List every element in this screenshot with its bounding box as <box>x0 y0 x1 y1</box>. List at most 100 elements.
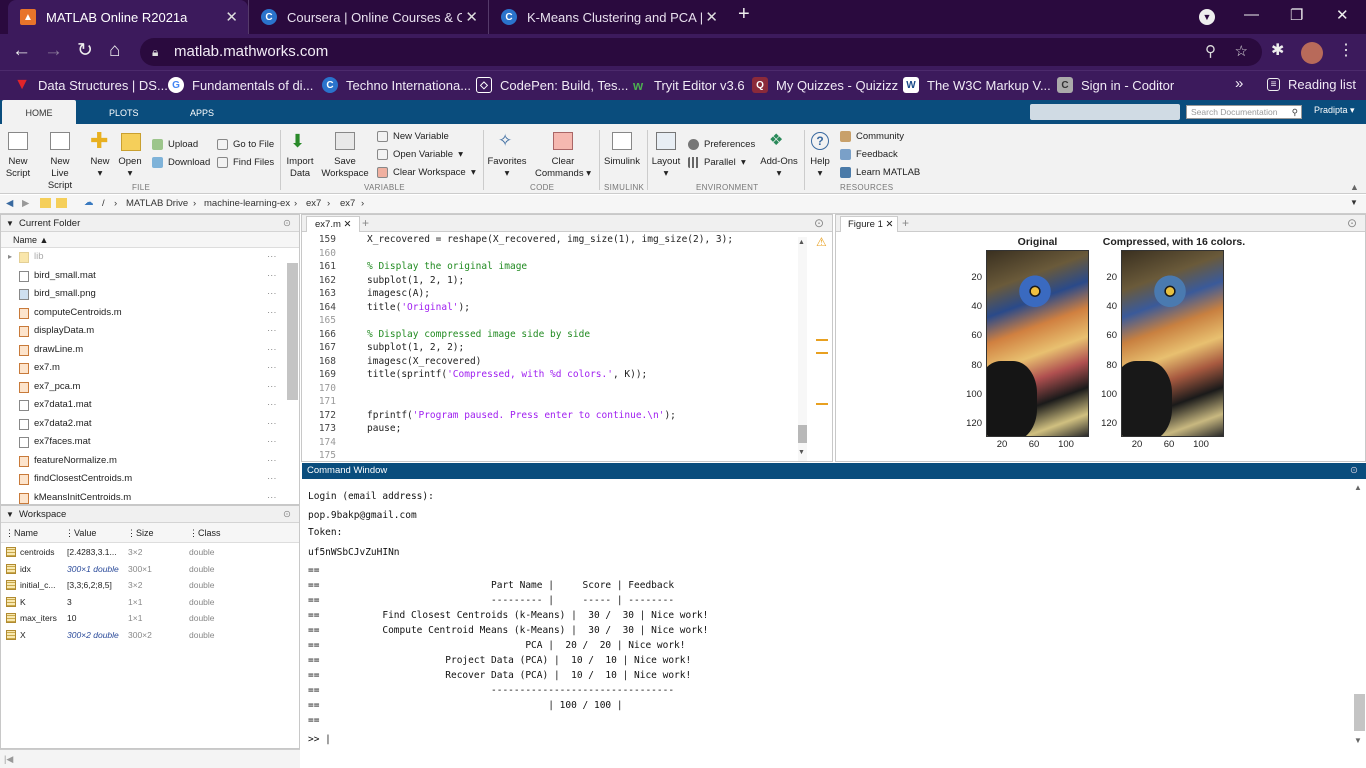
file-item[interactable]: displayData.m ··· <box>1 322 286 340</box>
quick-access-toolbar[interactable] <box>1030 104 1180 120</box>
bookmark-star-icon[interactable]: ☆ <box>1235 38 1248 66</box>
panel-options-icon[interactable]: ⊙ <box>1350 463 1358 479</box>
tab-home[interactable]: HOME <box>2 100 76 124</box>
file-item[interactable]: bird_small.png ··· <box>1 285 286 303</box>
more-icon[interactable]: ··· <box>267 415 277 433</box>
warning-marker[interactable] <box>816 339 828 341</box>
bookmark-item[interactable]: ▼ Data Structures | DS... <box>14 76 168 93</box>
file-item[interactable]: ex7data2.mat ··· <box>1 415 286 433</box>
more-icon[interactable]: ··· <box>267 452 277 470</box>
file-item[interactable]: ex7.m ··· <box>1 359 286 377</box>
save-workspace-button[interactable]: Save Workspace <box>320 156 370 180</box>
extensions-icon[interactable]: ✱ <box>1271 40 1284 62</box>
more-icon[interactable]: ··· <box>267 304 277 322</box>
new-variable-button[interactable]: New Variable <box>377 131 449 142</box>
reload-icon[interactable]: ↻ <box>77 40 93 62</box>
scroll-up-icon[interactable]: ▲ <box>1354 483 1362 492</box>
column-class[interactable]: ⋮Class <box>189 523 221 543</box>
avatar[interactable] <box>1301 42 1323 64</box>
clear-workspace-button[interactable]: Clear Workspace ▾ <box>377 167 476 178</box>
more-icon[interactable]: ··· <box>267 285 277 303</box>
workspace-row[interactable]: initial_c... [3,3;6,2;8,5] 3×2 double <box>1 577 299 594</box>
more-icon[interactable]: ··· <box>267 378 277 396</box>
tab-plots[interactable]: PLOTS <box>95 100 153 124</box>
file-item[interactable]: featureNormalize.m ··· <box>1 452 286 470</box>
bookmark-item[interactable]: W The W3C Markup V... <box>903 77 1051 93</box>
close-tab-icon[interactable]: ✕ <box>344 219 352 230</box>
file-item[interactable]: bird_small.mat ··· <box>1 267 286 285</box>
bookmark-item[interactable]: C Techno Internationa... <box>322 77 471 93</box>
preferences-button[interactable]: Preferences <box>688 139 755 150</box>
layout-button[interactable]: Layout ▾ <box>648 156 684 180</box>
close-tab-icon[interactable]: ✕ <box>886 219 894 230</box>
up-folder-icon[interactable] <box>40 198 51 208</box>
back-icon[interactable]: ← <box>12 40 31 62</box>
bookmark-item[interactable]: w Tryit Editor v3.6 <box>630 77 745 93</box>
path-segment[interactable]: ex7 <box>306 198 321 209</box>
collapse-toolstrip-icon[interactable]: ▲ <box>1350 182 1359 192</box>
open-button[interactable]: Open ▾ <box>116 156 144 180</box>
close-tab-icon[interactable]: ✕ <box>705 8 718 26</box>
new-editor-tab-icon[interactable]: + <box>362 216 369 230</box>
collapse-icon[interactable]: ▼ <box>6 215 14 232</box>
editor-tab-ex7[interactable]: ex7.m ✕ <box>306 216 360 232</box>
more-bookmarks-icon[interactable]: » <box>1235 75 1243 92</box>
feedback-link[interactable]: Feedback <box>840 149 898 160</box>
code-line[interactable]: title('Original'); <box>367 301 470 315</box>
addons-button[interactable]: Add-Ons ▾ <box>758 156 800 180</box>
new-tab-plus-icon[interactable]: + <box>738 3 750 26</box>
warning-marker[interactable] <box>816 352 828 354</box>
code-line[interactable]: imagesc(A); <box>367 287 430 301</box>
user-menu[interactable]: Pradipta ▾ <box>1314 105 1355 116</box>
code-line[interactable]: pause; <box>367 422 401 436</box>
tab-search-icon[interactable]: ▼ <box>1199 9 1215 25</box>
more-icon[interactable]: ··· <box>267 396 277 414</box>
scrollbar-thumb[interactable] <box>798 425 807 443</box>
column-value[interactable]: ⋮Value <box>65 523 96 543</box>
learn-matlab-link[interactable]: Learn MATLAB <box>840 167 920 178</box>
code-line[interactable]: % Display the original image <box>367 260 527 274</box>
search-documentation-input[interactable]: Search Documentation ⚲ <box>1186 105 1302 119</box>
folder-item[interactable]: ▸ lib ··· <box>1 248 286 266</box>
file-item[interactable]: ex7data1.mat ··· <box>1 396 286 414</box>
path-segment[interactable]: machine-learning-ex <box>204 198 290 209</box>
tab-apps[interactable]: APPS <box>176 100 228 124</box>
file-item[interactable]: kMeansInitCentroids.m ··· <box>1 489 286 505</box>
menu-icon[interactable]: ⋮ <box>1338 40 1354 62</box>
tab-kmeans[interactable]: C K-Means Clustering and PCA | Co ✕ <box>488 0 728 34</box>
url-field[interactable]: 🔒︎ matlab.mathworks.com ⚲ ☆ <box>140 38 1262 66</box>
browse-folder-icon[interactable] <box>56 198 67 208</box>
more-icon[interactable]: ··· <box>267 267 277 285</box>
workspace-row[interactable]: idx 300×1 double 300×1 double <box>1 561 299 578</box>
help-button[interactable]: Help ▾ <box>806 156 834 180</box>
tab-coursera[interactable]: C Coursera | Online Courses & Cre ✕ <box>248 0 488 34</box>
bookmark-item[interactable]: C Sign in - Coditor <box>1057 77 1174 93</box>
home-icon[interactable]: ⌂ <box>109 40 120 62</box>
scroll-up-icon[interactable]: ▲ <box>798 239 805 246</box>
scroll-down-icon[interactable]: ▼ <box>1354 736 1362 745</box>
file-item[interactable]: ex7faces.mat ··· <box>1 433 286 451</box>
panel-options-icon[interactable]: ⊙ <box>814 216 824 230</box>
folder-column-header[interactable]: Name ▲ <box>1 232 299 248</box>
forward-arrow-icon[interactable]: ▶ <box>22 198 29 209</box>
simulink-button[interactable]: Simulink <box>600 156 644 168</box>
file-item[interactable]: drawLine.m ··· <box>1 341 286 359</box>
more-icon[interactable]: ··· <box>267 322 277 340</box>
find-files-button[interactable]: Find Files <box>217 157 274 168</box>
restore-icon[interactable]: ❐ <box>1290 6 1303 24</box>
bookmark-item[interactable]: G Fundamentals of di... <box>168 77 313 93</box>
more-icon[interactable]: ··· <box>267 248 277 266</box>
editor-scrollbar[interactable]: ▲ ▼ <box>798 237 807 461</box>
column-size[interactable]: ⋮Size <box>127 523 154 543</box>
parallel-button[interactable]: Parallel ▾ <box>688 157 746 168</box>
more-icon[interactable]: ··· <box>267 359 277 377</box>
new-button[interactable]: New ▾ <box>86 156 114 180</box>
more-icon[interactable]: ··· <box>267 433 277 451</box>
command-window[interactable]: Login (email address): pop.9bakp@gmail.co… <box>302 479 1366 768</box>
minimize-icon[interactable]: — <box>1244 6 1259 23</box>
warning-marker[interactable] <box>816 403 828 405</box>
scrollbar-thumb[interactable] <box>287 263 298 400</box>
import-data-button[interactable]: Import Data <box>282 156 318 180</box>
path-root[interactable]: / <box>102 198 105 209</box>
path-dropdown-icon[interactable]: ▼ <box>1350 198 1358 207</box>
